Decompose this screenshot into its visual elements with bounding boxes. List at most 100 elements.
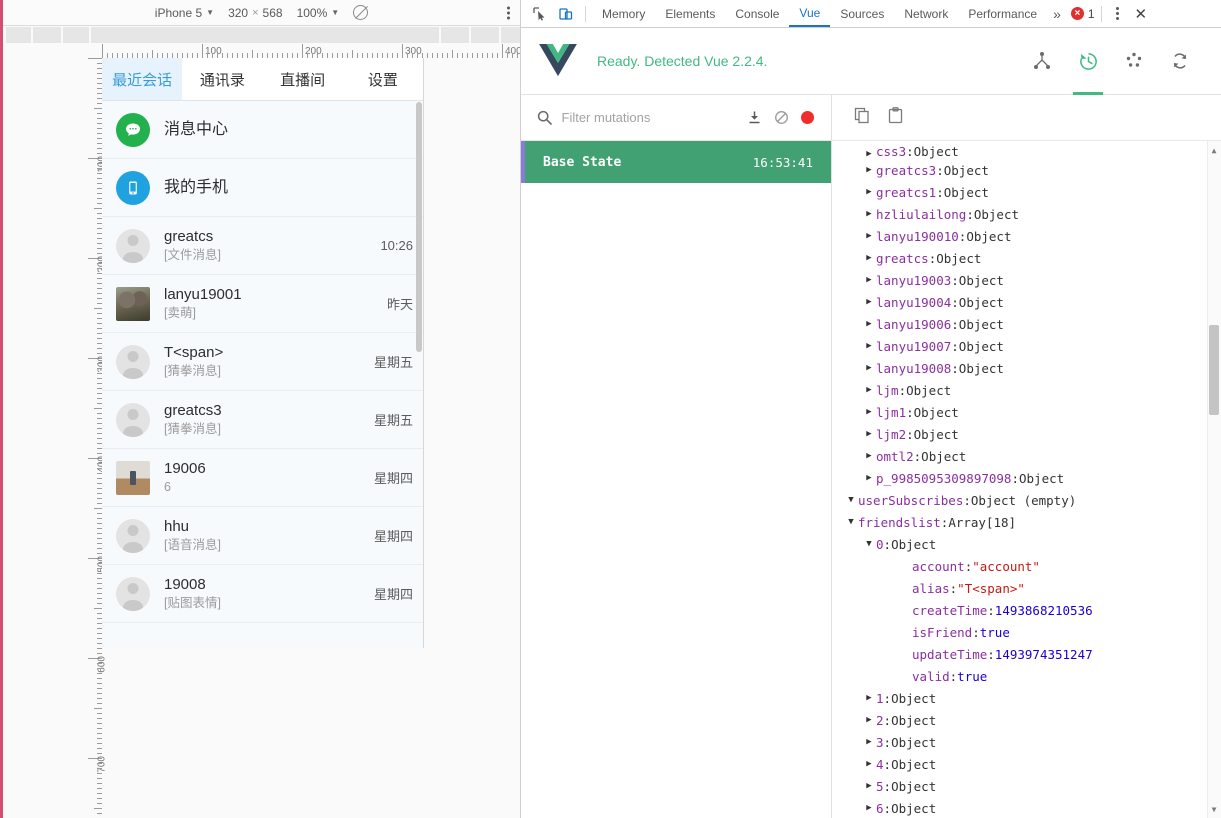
devtools-tab-sources[interactable]: Sources (830, 0, 894, 27)
device-toolbar-menu-icon[interactable] (507, 6, 510, 19)
chevron-right-icon[interactable]: ▶ (862, 781, 876, 791)
chevron-right-icon[interactable]: ▶ (862, 693, 876, 703)
chevron-right-icon[interactable]: ▶ (862, 253, 876, 263)
chevron-right-icon[interactable]: ▶ (862, 363, 876, 373)
refresh-icon[interactable] (1157, 28, 1203, 95)
chat-list-item[interactable]: 19006 6 星期四 (102, 449, 423, 507)
state-tree-node[interactable]: ▶ lanyu19006: Object (832, 313, 1221, 335)
state-tree-node[interactable]: ▶ css3: Object (832, 145, 1221, 159)
chevron-right-icon[interactable]: ▶ (862, 319, 876, 329)
devtools-tab-network[interactable]: Network (894, 0, 958, 27)
state-tree-node[interactable]: ▶ lanyu19003: Object (832, 269, 1221, 291)
devtools-tab-elements[interactable]: Elements (655, 0, 725, 27)
state-tree-node[interactable]: ▶ 2: Object (832, 709, 1221, 731)
state-tree-scrollbar[interactable]: ▲ ▼ (1207, 141, 1221, 818)
chevron-right-icon[interactable]: ▶ (862, 473, 876, 483)
export-icon[interactable] (746, 110, 765, 125)
chat-list-item[interactable]: greatcs [文件消息] 10:26 (102, 217, 423, 275)
state-tree-node[interactable]: ▶ ljm: Object (832, 379, 1221, 401)
state-tree-node[interactable]: isFriend: true (832, 621, 1221, 643)
scrollbar-thumb[interactable] (1209, 325, 1219, 415)
state-tree-node[interactable]: alias: "T<span>" (832, 577, 1221, 599)
close-icon[interactable]: ✕ (1127, 5, 1156, 23)
chevron-right-icon[interactable]: ▶ (862, 451, 876, 461)
devtools-tab-memory[interactable]: Memory (592, 0, 655, 27)
state-tree-node[interactable]: ▶ 1: Object (832, 687, 1221, 709)
chevron-right-icon[interactable]: ▶ (862, 385, 876, 395)
chat-list-item[interactable]: lanyu19001 [卖萌] 昨天 (102, 275, 423, 333)
state-tree-node[interactable]: account: "account" (832, 555, 1221, 577)
chevron-right-icon[interactable]: ▶ (862, 297, 876, 307)
state-tree-node[interactable]: updateTime: 1493974351247 (832, 643, 1221, 665)
state-tree[interactable]: ▶ css3: Object ▶ greatcs3: Object ▶ greatcs1:… (832, 141, 1221, 818)
chevron-right-icon[interactable]: ▶ (862, 187, 876, 197)
chevron-right-icon[interactable]: ▶ (862, 737, 876, 747)
state-tree-node[interactable]: ▶ lanyu19008: Object (832, 357, 1221, 379)
clipboard-icon[interactable] (887, 106, 904, 129)
record-dot-icon[interactable] (799, 111, 818, 124)
chat-list-item[interactable]: 消息中心 (102, 101, 423, 159)
state-tree-node[interactable]: ▼ userSubscribes: Object (empty) (832, 489, 1221, 511)
app-tab-1[interactable]: 通讯录 (182, 58, 262, 100)
device-viewport[interactable]: 最近会话 通讯录 直播间 设置 消息中心 我的手机 greatcs [文件消息] 10:26 l… (102, 58, 424, 648)
inspect-element-icon[interactable] (527, 2, 553, 26)
state-tree-node[interactable]: ▶ omtl2: Object (832, 445, 1221, 467)
devtools-tab-vue[interactable]: Vue (789, 0, 831, 27)
state-tree-node[interactable]: ▶ lanyu190010: Object (832, 225, 1221, 247)
chevron-right-icon[interactable]: ▶ (862, 149, 876, 159)
zoom-selector[interactable]: 100% ▼ (297, 6, 340, 20)
viewport-height-input[interactable]: 568 (263, 6, 283, 20)
app-tab-2[interactable]: 直播间 (263, 58, 343, 100)
chat-list-item[interactable]: 我的手机 (102, 159, 423, 217)
state-tree-node[interactable]: ▶ ljm2: Object (832, 423, 1221, 445)
chevron-down-icon[interactable]: ▼ (844, 495, 858, 505)
state-tree-node[interactable]: ▼ 0: Object (832, 533, 1221, 555)
viewport-scrollbar[interactable] (416, 102, 422, 352)
components-tree-icon[interactable] (1019, 28, 1065, 95)
devtools-menu-icon[interactable] (1115, 7, 1119, 20)
state-tree-node[interactable]: valid: true (832, 665, 1221, 687)
state-tree-node[interactable]: ▶ greatcs1: Object (832, 181, 1221, 203)
chevron-right-icon[interactable]: ▶ (862, 715, 876, 725)
chevron-right-icon[interactable]: ▶ (862, 759, 876, 769)
chevron-right-icon[interactable]: ▶ (862, 407, 876, 417)
state-tree-node[interactable]: ▶ p_9985095309897098: Object (832, 467, 1221, 489)
error-badge[interactable]: × 1 (1070, 7, 1095, 21)
throttling-selector[interactable] (353, 5, 369, 20)
chevron-double-right-icon[interactable]: » (1047, 6, 1067, 22)
devtools-tab-console[interactable]: Console (725, 0, 789, 27)
scroll-up-icon[interactable]: ▲ (1208, 143, 1220, 157)
state-tree-node[interactable]: ▶ 3: Object (832, 731, 1221, 753)
state-tree-node[interactable]: ▶ greatcs: Object (832, 247, 1221, 269)
chevron-right-icon[interactable]: ▶ (862, 231, 876, 241)
state-tree-node[interactable]: ▼ friendslist: Array[18] (832, 511, 1221, 533)
chevron-right-icon[interactable]: ▶ (862, 209, 876, 219)
clear-disabled-icon[interactable] (772, 110, 791, 125)
chat-list-item[interactable]: greatcs3 [猜拳消息] 星期五 (102, 391, 423, 449)
state-tree-node[interactable]: ▶ ljm1: Object (832, 401, 1221, 423)
chat-list-item[interactable]: 19008 [贴图表情] 星期四 (102, 565, 423, 623)
state-tree-node[interactable]: ▶ 6: Object (832, 797, 1221, 818)
state-tree-node[interactable]: ▶ 5: Object (832, 775, 1221, 797)
state-tree-node[interactable]: ▶ lanyu19004: Object (832, 291, 1221, 313)
mutation-row[interactable]: Base State 16:53:41 (521, 141, 831, 183)
chat-list-item[interactable]: T<span> [猜拳消息] 星期五 (102, 333, 423, 391)
chevron-right-icon[interactable]: ▶ (862, 275, 876, 285)
toggle-device-toolbar-icon[interactable] (553, 2, 579, 26)
copy-icon[interactable] (854, 107, 871, 129)
state-tree-node[interactable]: ▶ greatcs3: Object (832, 159, 1221, 181)
state-tree-node[interactable]: ▶ hzliulailong: Object (832, 203, 1221, 225)
chevron-down-icon[interactable]: ▼ (844, 517, 858, 527)
device-selector[interactable]: iPhone 5 ▼ (155, 6, 214, 20)
chevron-down-icon[interactable]: ▼ (862, 539, 876, 549)
devtools-tab-performance[interactable]: Performance (958, 0, 1047, 27)
chevron-right-icon[interactable]: ▶ (862, 429, 876, 439)
scroll-down-icon[interactable]: ▼ (1208, 802, 1220, 816)
chevron-right-icon[interactable]: ▶ (862, 341, 876, 351)
state-tree-node[interactable]: ▶ lanyu19007: Object (832, 335, 1221, 357)
chevron-right-icon[interactable]: ▶ (862, 803, 876, 813)
chat-list-item[interactable]: hhu [语音消息] 星期四 (102, 507, 423, 565)
viewport-width-input[interactable]: 320 (228, 6, 248, 20)
filter-mutations-input[interactable] (561, 110, 738, 125)
state-tree-node[interactable]: ▶ 4: Object (832, 753, 1221, 775)
